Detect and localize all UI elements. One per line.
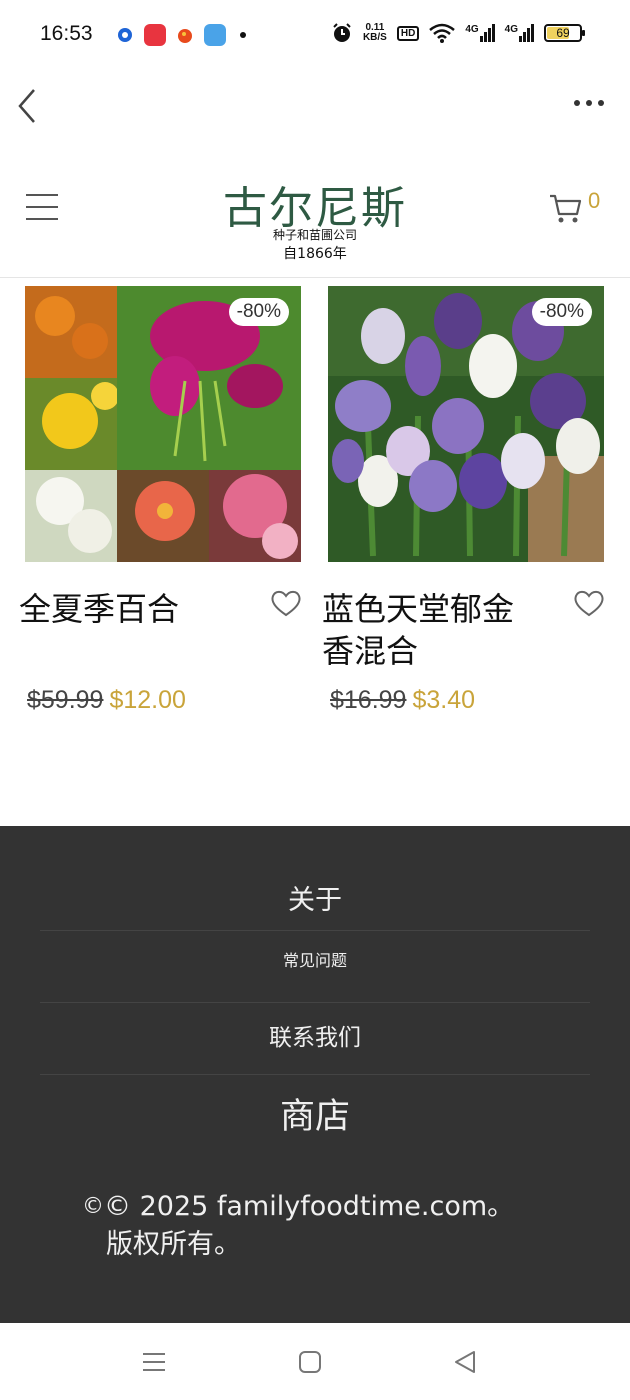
hd-voice-icon: HD xyxy=(396,25,420,41)
network-speed: 0.11 KB/S xyxy=(363,23,387,43)
status-system-icons: 0.11 KB/S HD 4G 4G 69 xyxy=(331,22,585,44)
logo-since: 自1866年 xyxy=(283,246,347,262)
alarm-icon xyxy=(333,23,351,42)
discount-badge: -80% xyxy=(228,298,289,326)
product-prices: $16.99 $3.40 xyxy=(330,686,475,715)
cellular-signal-2-icon: 4G xyxy=(505,24,534,42)
footer-shop-link[interactable]: 商店 xyxy=(40,1088,590,1139)
top-navigation xyxy=(0,72,630,142)
network-speed-unit: KB/S xyxy=(362,32,387,43)
cart-count[interactable]: 0 xyxy=(588,188,600,214)
more-options-icon[interactable] xyxy=(574,100,604,106)
back-nav-icon[interactable] xyxy=(452,1349,478,1375)
wishlist-heart-icon[interactable] xyxy=(270,588,302,618)
signal-label-2: 4G xyxy=(504,24,518,35)
status-time: 16:53 xyxy=(40,22,93,45)
product-name[interactable]: 蓝色天堂郁金香混合 xyxy=(322,588,522,672)
product-image-lilies[interactable]: -80% xyxy=(25,286,301,562)
original-price: $16.99 xyxy=(330,686,407,714)
back-arrow-icon[interactable] xyxy=(14,86,44,126)
wishlist-heart-icon[interactable] xyxy=(573,588,605,618)
footer-about-link[interactable]: 关于 xyxy=(40,878,590,917)
original-price: $59.99 xyxy=(27,686,104,714)
footer-divider xyxy=(40,1002,590,1003)
notification-dot-icon xyxy=(240,32,246,38)
copyright-notice: ©© 2025 familyfoodtime.com。 版权所有。 xyxy=(82,1188,562,1264)
copyright-symbol: © xyxy=(82,1194,104,1219)
copyright-text: © 2025 familyfoodtime.com。 xyxy=(104,1191,515,1222)
wifi-icon xyxy=(429,23,456,43)
footer-faq-link[interactable]: 常见问题 xyxy=(40,947,590,971)
game-app-icon xyxy=(204,24,226,46)
system-navigation-bar xyxy=(0,1323,630,1400)
browser-app-icon xyxy=(114,24,136,46)
signal-label: 4G xyxy=(465,24,479,35)
product-name[interactable]: 全夏季百合 xyxy=(19,588,259,630)
cart-icon[interactable] xyxy=(548,192,584,226)
product-card[interactable]: -80% 蓝色天堂郁金香混合 $16.99 $3.40 xyxy=(322,286,604,714)
footer-contact-link[interactable]: 联系我们 xyxy=(40,1018,590,1052)
shopping-app-icon xyxy=(144,24,166,46)
sale-price: $12.00 xyxy=(109,686,186,714)
status-notification-icons xyxy=(114,24,246,46)
status-bar: 16:53 0.11 KB/S HD 4G 4G 69 xyxy=(0,0,630,72)
discount-badge: -80% xyxy=(531,298,592,326)
site-header: 古尔尼斯 种子和苗圃公司 自1866年 0 xyxy=(0,160,630,278)
cellular-signal-icon: 4G xyxy=(465,24,495,42)
logo-subtitle: 种子和苗圃公司 xyxy=(272,228,357,242)
home-icon[interactable] xyxy=(297,1349,323,1375)
fruit-app-icon xyxy=(174,24,196,46)
battery-level: 69 xyxy=(556,26,570,40)
site-footer: 关于 常见问题 联系我们 商店 ©© 2025 familyfoodtime.c… xyxy=(0,826,630,1323)
battery-icon: 69 xyxy=(544,24,585,42)
copyright-rights: 版权所有。 xyxy=(106,1229,241,1260)
product-prices: $59.99 $12.00 xyxy=(27,686,186,715)
recent-apps-icon[interactable] xyxy=(141,1349,167,1375)
product-card[interactable]: -80% 全夏季百合 $59.99 $12.00 xyxy=(19,286,301,714)
footer-divider xyxy=(40,1074,590,1075)
sale-price: $3.40 xyxy=(412,686,476,714)
footer-divider xyxy=(40,930,590,931)
product-image-tulips[interactable]: -80% xyxy=(328,286,604,562)
